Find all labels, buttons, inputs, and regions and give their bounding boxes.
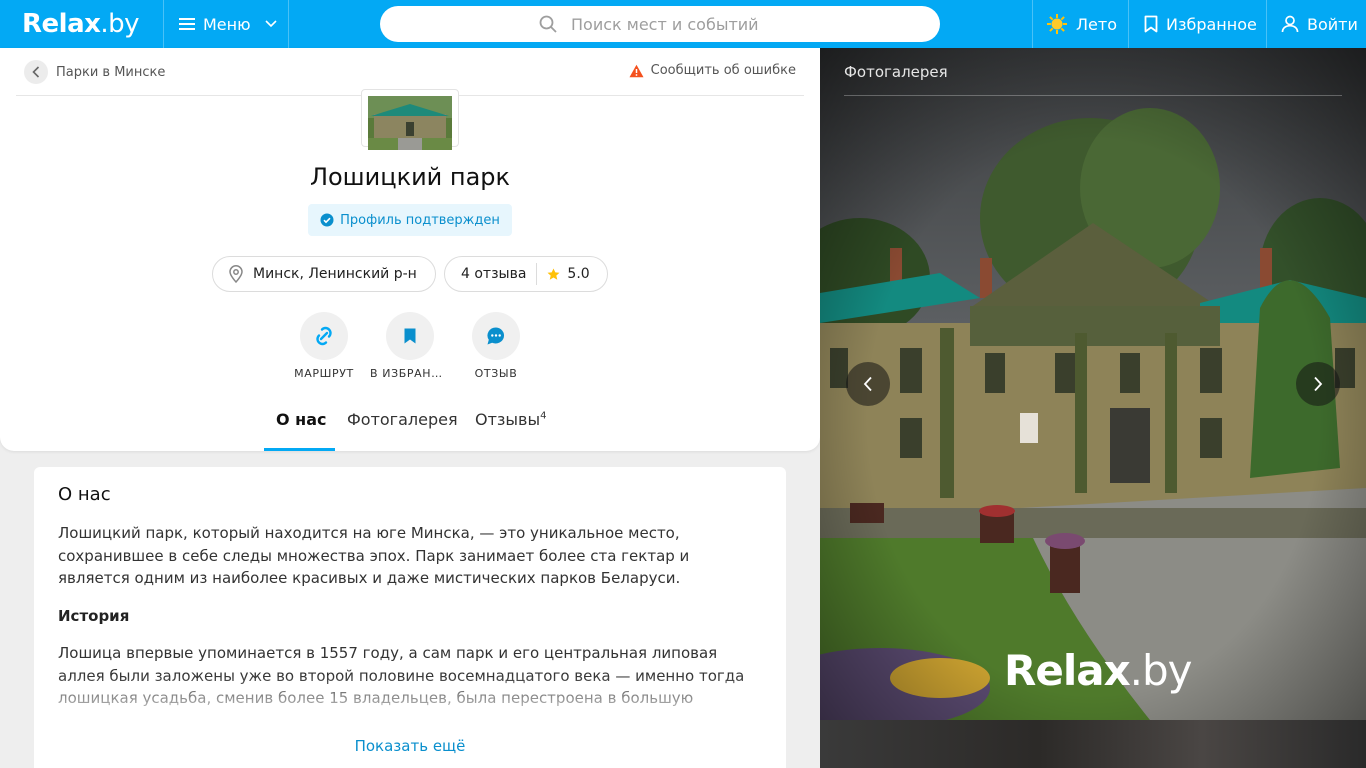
user-icon [1281, 15, 1299, 33]
place-tabs: О нас Фотогалерея Отзывы4 [0, 400, 820, 451]
favorites-action-label: В ИЗБРАННОЕ [370, 367, 450, 380]
gallery-photo[interactable] [820, 48, 1366, 720]
season-label: Лето [1076, 14, 1117, 34]
search-input[interactable] [571, 14, 781, 34]
place-logo-thumbnail[interactable] [361, 89, 459, 150]
star-icon [547, 268, 560, 280]
text-fade-overlay [34, 675, 786, 735]
route-icon [300, 312, 348, 360]
divider [844, 95, 1342, 96]
report-error-link[interactable]: Сообщить об ошибке [629, 63, 796, 78]
about-section: О нас Лошицкий парк, который находится н… [34, 467, 786, 768]
gallery-prev-button[interactable] [846, 362, 890, 406]
add-to-favorites-action[interactable]: В ИЗБРАННОЕ [360, 312, 460, 380]
top-header: Relax.by Меню Лето Избранное Войти [0, 0, 1366, 48]
breadcrumb-label: Парки в Минске [56, 64, 166, 80]
season-button[interactable]: Лето [1046, 0, 1117, 48]
verified-check-icon [320, 213, 334, 227]
login-button[interactable]: Войти [1281, 0, 1358, 48]
tab-reviews[interactable]: Отзывы4 [475, 410, 547, 429]
chat-icon [472, 312, 520, 360]
location-pin-icon [229, 265, 243, 283]
rating-value: 5.0 [567, 266, 590, 282]
tab-reviews-label: Отзывы [475, 410, 541, 429]
report-label: Сообщить об ошибке [650, 63, 796, 78]
header-divider [1128, 0, 1129, 48]
header-divider [1266, 0, 1267, 48]
tab-about[interactable]: О нас [276, 410, 327, 429]
gallery-next-strip [820, 720, 1366, 768]
header-divider [288, 0, 289, 48]
review-action[interactable]: ОТЗЫВ [446, 312, 546, 380]
verified-label: Профиль подтвержден [340, 212, 500, 228]
search-bar[interactable] [380, 6, 940, 42]
watermark-logo: Relax.by [1004, 646, 1193, 695]
place-title: Лошицкий парк [309, 163, 511, 191]
menu-label: Меню [203, 14, 251, 34]
history-heading: История [58, 607, 130, 625]
menu-button[interactable]: Меню [164, 0, 288, 48]
site-logo[interactable]: Relax.by [22, 8, 140, 40]
hamburger-icon [179, 18, 195, 30]
gallery-heading: Фотогалерея [844, 63, 948, 81]
reviews-rating-pill[interactable]: 4 отзыва 5.0 [444, 256, 608, 292]
bookmark-icon [386, 312, 434, 360]
favorites-button[interactable]: Избранное [1144, 0, 1257, 48]
chevron-right-icon [1314, 376, 1323, 392]
header-divider [1032, 0, 1033, 48]
divider [536, 263, 538, 285]
location-text: Минск, Ленинский р-н [253, 266, 417, 282]
sun-icon [1047, 14, 1067, 34]
about-intro: Лошицкий парк, который находится на юге … [58, 524, 690, 587]
warning-icon [629, 64, 644, 77]
search-icon [539, 15, 557, 33]
active-tab-indicator [264, 448, 335, 451]
verified-badge: Профиль подтвержден [308, 204, 512, 236]
login-label: Войти [1307, 14, 1358, 34]
breadcrumb[interactable]: Парки в Минске [24, 60, 165, 84]
review-action-label: ОТЗЫВ [474, 367, 518, 380]
chevron-left-icon [863, 376, 872, 392]
place-header-card: Парки в Минске Сообщить об ошибке Лошицк… [0, 48, 820, 451]
route-action[interactable]: МАРШРУТ [274, 312, 374, 380]
location-pill[interactable]: Минск, Ленинский р-н [212, 256, 436, 292]
tab-gallery[interactable]: Фотогалерея [347, 410, 458, 429]
bookmark-icon [1144, 15, 1158, 33]
favorites-label: Избранное [1166, 14, 1257, 34]
chevron-left-icon [24, 60, 48, 84]
about-heading: О нас [58, 484, 111, 505]
chevron-down-icon [265, 20, 277, 28]
tab-reviews-badge: 4 [540, 410, 547, 422]
route-label: МАРШРУТ [294, 367, 354, 380]
reviews-count: 4 отзыва [461, 266, 527, 282]
photo-gallery: Фотогалерея Relax.by [820, 48, 1366, 768]
show-more-link[interactable]: Показать ещё [34, 737, 786, 755]
gallery-next-button[interactable] [1296, 362, 1340, 406]
